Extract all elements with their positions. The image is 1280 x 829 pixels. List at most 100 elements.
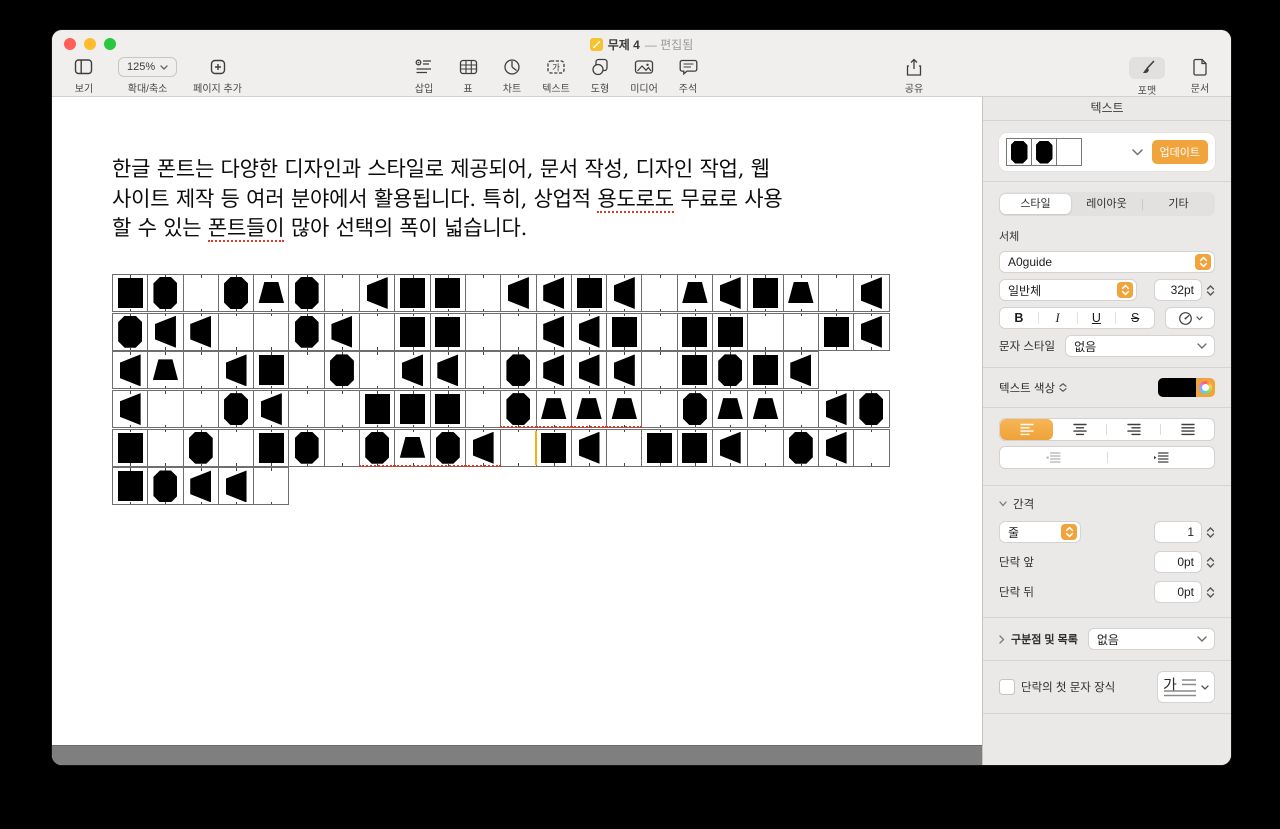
glyph-cell[interactable] bbox=[395, 274, 430, 312]
glyph-cell[interactable] bbox=[501, 429, 536, 467]
glyph-cell[interactable] bbox=[607, 351, 642, 389]
glyph-cell[interactable] bbox=[254, 313, 289, 351]
toolbar-document-button[interactable]: 문서 bbox=[1182, 57, 1218, 95]
char-style-select[interactable]: 없음 bbox=[1065, 335, 1215, 357]
glyph-cell[interactable] bbox=[113, 274, 148, 312]
italic-button[interactable]: I bbox=[1039, 311, 1077, 326]
glyph-cell[interactable] bbox=[360, 429, 395, 467]
glyph-cell[interactable] bbox=[148, 313, 183, 351]
glyph-cell[interactable] bbox=[184, 313, 219, 351]
line-spacing-stepper[interactable] bbox=[1206, 527, 1215, 538]
glyph-cell[interactable] bbox=[431, 429, 466, 467]
glyph-cell[interactable] bbox=[113, 390, 148, 428]
toolbar-chart-button[interactable]: 차트 bbox=[494, 57, 530, 95]
glyph-cell[interactable] bbox=[501, 351, 536, 389]
update-style-button[interactable]: 업데이트 bbox=[1152, 140, 1208, 164]
glyph-cell[interactable] bbox=[395, 390, 430, 428]
glyph-cell[interactable] bbox=[784, 274, 819, 312]
tab-more[interactable]: 기타 bbox=[1143, 194, 1214, 214]
glyph-cell[interactable] bbox=[572, 390, 607, 428]
dropcap-checkbox[interactable] bbox=[999, 679, 1015, 695]
glyph-cell[interactable] bbox=[784, 390, 819, 428]
underline-button[interactable]: U bbox=[1078, 311, 1116, 325]
glyph-cell[interactable] bbox=[784, 313, 819, 351]
glyph-cell[interactable] bbox=[113, 313, 148, 351]
glyph-cell[interactable] bbox=[784, 429, 819, 467]
chevron-down-icon[interactable] bbox=[1132, 149, 1143, 156]
glyph-cell[interactable] bbox=[466, 313, 501, 351]
glyph-cell[interactable] bbox=[678, 429, 713, 467]
toolbar-text-button[interactable]: 가 텍스트 bbox=[538, 57, 574, 95]
glyph-cell[interactable] bbox=[678, 313, 713, 351]
glyph-cell[interactable] bbox=[289, 274, 324, 312]
glyph-cell[interactable] bbox=[360, 351, 395, 389]
align-left-button[interactable] bbox=[1000, 419, 1053, 440]
glyph-cell[interactable] bbox=[395, 313, 430, 351]
glyph-cell[interactable] bbox=[431, 351, 466, 389]
glyph-cell[interactable] bbox=[572, 313, 607, 351]
glyph-cell[interactable] bbox=[607, 390, 642, 428]
glyph-cell[interactable] bbox=[784, 351, 819, 389]
glyph-cell[interactable] bbox=[678, 390, 713, 428]
glyph-cell[interactable] bbox=[184, 390, 219, 428]
glyph-cell[interactable] bbox=[748, 351, 783, 389]
toolbar-view-button[interactable]: 보기 bbox=[66, 57, 102, 95]
font-size-field[interactable]: 32pt bbox=[1154, 279, 1202, 301]
glyph-cell[interactable] bbox=[148, 351, 183, 389]
glyph-cell[interactable] bbox=[854, 274, 889, 312]
glyph-cell[interactable] bbox=[642, 390, 677, 428]
glyph-cell[interactable] bbox=[466, 390, 501, 428]
after-paragraph-field[interactable]: 0pt bbox=[1154, 581, 1202, 603]
toolbar-table-button[interactable]: 표 bbox=[450, 57, 486, 95]
glyph-cell[interactable] bbox=[219, 351, 254, 389]
glyph-cell[interactable] bbox=[254, 429, 289, 467]
glyph-cell[interactable] bbox=[289, 313, 324, 351]
toolbar-media-button[interactable]: 미디어 bbox=[626, 57, 662, 95]
tab-layout[interactable]: 레이아웃 bbox=[1071, 194, 1142, 214]
glyph-cell[interactable] bbox=[289, 429, 324, 467]
disclosure-open-icon[interactable] bbox=[999, 501, 1007, 507]
before-paragraph-field[interactable]: 0pt bbox=[1154, 551, 1202, 573]
glyph-cell[interactable] bbox=[184, 467, 219, 505]
glyph-cell[interactable] bbox=[431, 390, 466, 428]
paragraph-style-preview[interactable]: 업데이트 bbox=[999, 133, 1215, 171]
before-paragraph-stepper[interactable] bbox=[1206, 557, 1215, 568]
glyph-cell[interactable] bbox=[325, 429, 360, 467]
glyph-cell[interactable] bbox=[113, 429, 148, 467]
outdent-button[interactable] bbox=[1000, 447, 1107, 468]
after-paragraph-stepper[interactable] bbox=[1206, 587, 1215, 598]
glyph-cell[interactable] bbox=[325, 274, 360, 312]
glyph-cell[interactable] bbox=[713, 390, 748, 428]
glyph-cell[interactable] bbox=[466, 429, 501, 467]
dropcap-style-button[interactable]: 가 bbox=[1157, 671, 1215, 703]
glyph-cell[interactable] bbox=[184, 429, 219, 467]
glyph-cell[interactable] bbox=[254, 274, 289, 312]
glyph-cell[interactable] bbox=[254, 351, 289, 389]
glyph-cell[interactable] bbox=[431, 274, 466, 312]
glyph-cell[interactable] bbox=[572, 429, 607, 467]
stepper-icon[interactable] bbox=[1061, 524, 1077, 540]
glyph-cell[interactable] bbox=[113, 351, 148, 389]
glyph-cell[interactable] bbox=[537, 351, 572, 389]
font-family-select[interactable]: A0guide bbox=[999, 251, 1215, 273]
bold-button[interactable]: B bbox=[1000, 311, 1038, 325]
glyph-cell[interactable] bbox=[819, 390, 854, 428]
bullets-lists-select[interactable]: 없음 bbox=[1088, 628, 1215, 650]
glyph-cell[interactable] bbox=[819, 429, 854, 467]
glyph-cell[interactable] bbox=[325, 390, 360, 428]
toolbar-share-button[interactable]: 공유 bbox=[896, 57, 932, 95]
glyph-cell[interactable] bbox=[607, 429, 642, 467]
toolbar-comment-button[interactable]: 주석 bbox=[670, 57, 706, 95]
glyph-cell[interactable] bbox=[537, 390, 572, 428]
glyph-cell[interactable] bbox=[854, 390, 889, 428]
font-style-select[interactable]: 일반체 bbox=[999, 279, 1137, 301]
glyph-cell[interactable] bbox=[184, 351, 219, 389]
document-canvas[interactable]: 한글 폰트는 다양한 디자인과 스타일로 제공되어, 문서 작성, 디자인 작업… bbox=[52, 97, 982, 765]
tab-style[interactable]: 스타일 bbox=[1000, 194, 1071, 214]
titlebar[interactable]: 무제 4 — 편집됨 bbox=[52, 30, 1231, 56]
glyph-cell[interactable] bbox=[148, 390, 183, 428]
glyph-cell[interactable] bbox=[678, 351, 713, 389]
glyph-cell[interactable] bbox=[607, 313, 642, 351]
glyph-cell[interactable] bbox=[501, 313, 536, 351]
zoom-level-button[interactable]: 125% bbox=[118, 57, 177, 77]
